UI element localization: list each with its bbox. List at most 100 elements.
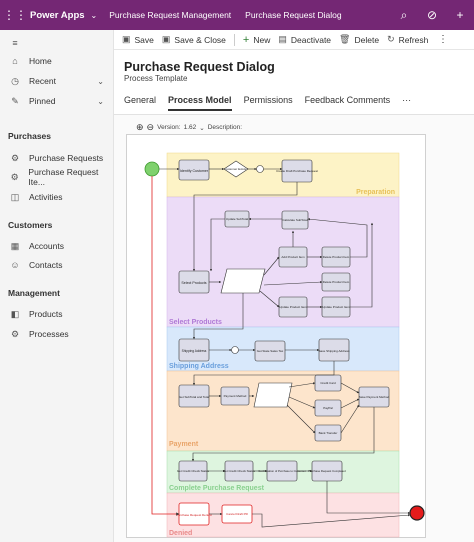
sidebar-item-recent[interactable]: ◷ Recent ⌄ (0, 72, 114, 90)
plus-icon[interactable]: + (446, 8, 474, 22)
task-label: Delete Product Item (323, 280, 350, 284)
sidebar-item-products[interactable]: ◧ Products (0, 305, 114, 323)
sidebar-item-processes[interactable]: ⚙ Processes (0, 325, 114, 343)
sidebar-item-label: Purchase Request Ite... (28, 167, 99, 187)
save-and-close-button[interactable]: ▣ Save & Close (162, 34, 226, 45)
gateway-label: Customer Exists? (224, 167, 248, 171)
task-label: Save Payment Method (359, 395, 390, 399)
task-label: Payment Method (224, 394, 247, 398)
task-label: Get Credit Check Status (223, 469, 256, 473)
assistant-icon[interactable]: ⊘ (418, 8, 446, 22)
nav-section-management: Management (8, 288, 60, 298)
task-label: Update Product Item (279, 305, 307, 309)
process-diagram[interactable]: Preparation Select Products Shipping Add… (127, 135, 427, 539)
sidebar-item-label: Home (29, 56, 52, 66)
description-label: Description: (207, 124, 243, 131)
deactivate-icon: ▤ (278, 34, 287, 44)
sidebar-item-label: Accounts (29, 241, 64, 251)
task-label: Get State Sales Tax (257, 349, 284, 353)
chevron-down-icon[interactable]: ⌄ (199, 124, 204, 132)
start-event[interactable] (144, 161, 160, 177)
sidebar-item-activities[interactable]: ◫ Activities (0, 188, 114, 206)
lane-label-preparation: Preparation (356, 189, 395, 196)
zoom-in-icon[interactable]: ⊕ (136, 122, 144, 133)
more-tabs-button[interactable]: ··· (402, 95, 411, 111)
entity-icon: ⚙ (10, 152, 20, 163)
entity-icon: ⚙ (10, 171, 19, 182)
save-close-icon: ▣ (161, 34, 171, 44)
task-label: Calculate SubTotal (282, 218, 307, 222)
form-tabs: General Process Model Permissions Feedba… (124, 95, 423, 111)
sidebar-item-accounts[interactable]: ▦ Accounts (0, 237, 114, 255)
task-label: Purchase Request Denied (176, 513, 211, 517)
save-icon: ▣ (122, 34, 131, 44)
clock-icon: ◷ (11, 75, 19, 86)
task-label: Purchase Request Completed (308, 469, 346, 473)
task-label: Update Product Item (322, 305, 350, 309)
diagram-toolbar: ⊕ ⊖ Version: 1.62 ⌄ Description: (136, 122, 245, 133)
task-label: Add Product Item (281, 255, 305, 259)
delete-button[interactable]: 🗑 Delete (339, 34, 379, 45)
task-label: Identify Customer (180, 169, 209, 173)
lane-label-select-products: Select Products (169, 319, 222, 326)
gateway-product-action[interactable] (220, 268, 266, 294)
version-value: 1.62 (183, 124, 197, 131)
chevron-down-icon[interactable]: ⌄ (97, 97, 104, 106)
tab-general[interactable]: General (124, 95, 156, 111)
task-label: PayPal (323, 406, 333, 410)
plus-icon: + (242, 33, 250, 46)
task-label: Create Draft Purchase Request (276, 169, 318, 173)
tab-feedback-comments[interactable]: Feedback Comments (305, 95, 391, 111)
divider (233, 33, 235, 46)
sidebar-item-purchase-requests[interactable]: ⚙ Purchase Requests (0, 149, 114, 167)
task-label: Update SubTotal (226, 217, 249, 221)
task-label: Select Products (181, 281, 206, 285)
search-icon[interactable]: ⌕ (390, 8, 418, 23)
sidebar-item-purchase-request-items[interactable]: ⚙ Purchase Request Ite... (0, 167, 114, 187)
deactivate-button[interactable]: ▤ Deactivate (278, 34, 331, 45)
tab-permissions[interactable]: Permissions (244, 95, 293, 111)
end-event[interactable] (409, 505, 425, 521)
pin-icon: ✎ (11, 95, 19, 106)
chevron-down-icon[interactable]: ⌄ (97, 77, 104, 86)
zoom-out-icon[interactable]: ⊖ (147, 122, 155, 133)
sidebar-item-pinned[interactable]: ✎ Pinned ⌄ (0, 92, 114, 110)
nav-section-purchases: Purchases (8, 131, 51, 141)
lane-label-denied: Denied (169, 530, 192, 537)
sidebar-item-label: Purchase Requests (29, 153, 104, 163)
gateway-payment-type[interactable] (253, 382, 293, 408)
new-button[interactable]: + New (243, 34, 270, 46)
hamburger-menu-button[interactable]: ≡ (0, 34, 114, 52)
task-label: Get SubTotal and Total (179, 395, 210, 399)
diagram-canvas[interactable]: Preparation Select Products Shipping Add… (126, 134, 426, 538)
save-button[interactable]: ▣ Save (122, 34, 154, 45)
task-label: Save Shipping Address (318, 349, 350, 353)
breadcrumb-app[interactable]: Purchase Request Management (109, 10, 231, 20)
refresh-icon: ↻ (387, 34, 395, 44)
lane-label-payment: Payment (169, 441, 199, 448)
version-label: Version: (157, 124, 181, 131)
intermediate-event[interactable] (231, 346, 239, 354)
sidebar-item-contacts[interactable]: ☺ Contacts (0, 256, 114, 274)
app-launcher-icon[interactable]: ⋮⋮ (0, 8, 30, 22)
activities-icon: ◫ (10, 191, 20, 202)
more-commands-button[interactable]: ⋮ (438, 34, 448, 45)
sidebar-item-label: Activities (29, 192, 63, 202)
sidebar-item-home[interactable]: ⌂ Home (0, 52, 114, 70)
sidebar-item-label: Recent (29, 76, 56, 86)
chevron-down-icon[interactable]: ⌄ (91, 11, 98, 20)
lane-label-shipping-address: Shipping Address (169, 363, 229, 370)
hamburger-icon: ≡ (12, 38, 18, 48)
task-label: Bank Transfer (319, 431, 338, 435)
app-name[interactable]: Power Apps (30, 10, 85, 21)
page-title: Purchase Request Dialog (124, 60, 275, 74)
page-subtitle: Process Template (124, 74, 188, 83)
intermediate-event[interactable] (256, 165, 264, 173)
sidebar: ≡ ⌂ Home ◷ Recent ⌄ ✎ Pinned ⌄ Purchases ⚙ Pur… (0, 30, 114, 542)
task-label: Get Credit Check Status (177, 469, 210, 473)
breadcrumb-record: Purchase Request Dialog (245, 10, 342, 20)
tab-process-model[interactable]: Process Model (168, 95, 232, 111)
refresh-button[interactable]: ↻ Refresh (387, 34, 428, 45)
sidebar-item-label: Pinned (29, 96, 56, 106)
building-icon: ▦ (10, 240, 20, 251)
